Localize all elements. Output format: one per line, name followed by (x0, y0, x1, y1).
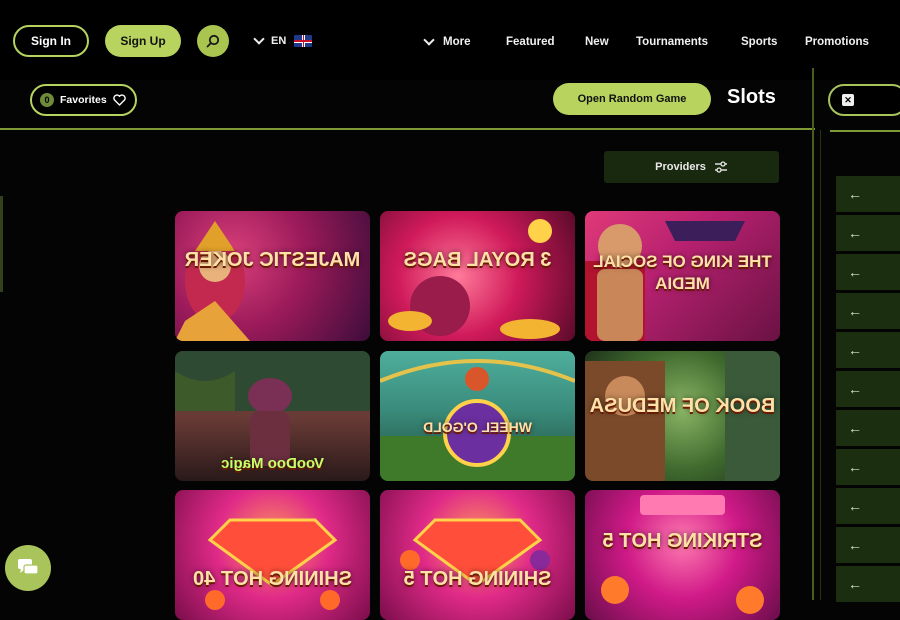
game-title: THE KING OF SOCIAL MEDIA (593, 252, 772, 293)
rail-item[interactable]: ← (836, 566, 900, 602)
arrow-left-icon: ← (848, 342, 862, 358)
rail-item[interactable]: ← (836, 410, 900, 446)
rail-item[interactable]: ← (836, 215, 900, 251)
arrow-left-icon: ← (848, 537, 862, 553)
rail-item[interactable]: ← (836, 527, 900, 563)
game-title: MAJESTIC JOKER (184, 249, 361, 271)
game-tile-shining-hot-5[interactable]: SHINING HOT 5 (380, 490, 575, 620)
rail-top-line (830, 130, 900, 132)
search-input[interactable]: ✕ (828, 84, 900, 116)
sign-in-label: Sign In (31, 34, 71, 48)
sign-in-button[interactable]: Sign In (13, 25, 89, 57)
favorites-button[interactable]: 0 Favorites (30, 84, 137, 116)
jester-art-icon (175, 221, 250, 341)
arrow-left-icon: ← (848, 225, 862, 241)
uk-flag-icon (294, 35, 313, 47)
nav-promotions[interactable]: Promotions (805, 34, 869, 50)
rail-item[interactable]: ← (836, 371, 900, 407)
nav-featured[interactable]: Featured (506, 34, 555, 50)
rail-item[interactable]: ← (836, 332, 900, 368)
game-tile-striking-hot-5[interactable]: STRIKING HOT 5 (585, 490, 780, 620)
chevron-down-icon (423, 34, 435, 46)
game-title: WHEEL O'GOLD (423, 419, 532, 435)
nav-tournaments-label: Tournaments (636, 36, 708, 48)
game-tile-king-of-social-media[interactable]: THE KING OF SOCIAL MEDIA (585, 211, 780, 341)
language-selector[interactable]: EN (253, 32, 313, 50)
chat-button[interactable] (5, 545, 51, 591)
nav-featured-label: Featured (506, 36, 555, 48)
game-tile-majestic-joker[interactable]: MAJESTIC JOKER (175, 211, 370, 341)
language-label: EN (271, 35, 287, 47)
rail-item[interactable]: ← (836, 254, 900, 290)
random-game-label: Open Random Game (577, 93, 687, 105)
left-rail-edge (0, 196, 3, 292)
search-button[interactable] (197, 25, 229, 57)
arrow-left-icon: ← (848, 264, 862, 280)
game-title: SHINING HOT 5 (403, 568, 552, 590)
nav-sports-label: Sports (741, 36, 778, 48)
game-title: VooDoo Magic (220, 455, 325, 472)
arrow-left-icon: ← (848, 459, 862, 475)
page-title: Slots (727, 86, 776, 108)
game-title: SHINING HOT 40 (193, 568, 352, 590)
game-tile-shining-hot-40[interactable]: SHINING HOT 40 (175, 490, 370, 620)
rail-item[interactable]: ← (836, 176, 900, 212)
arrow-left-icon: ← (848, 420, 862, 436)
arrow-left-icon: ← (848, 381, 862, 397)
wheel-art-icon (380, 359, 575, 481)
open-random-game-button[interactable]: Open Random Game (553, 83, 711, 115)
arrow-left-icon: ← (848, 576, 862, 592)
game-title: BOOK OF MEDUSA (589, 395, 776, 417)
search-icon (206, 34, 220, 48)
nav-more-label: More (443, 36, 471, 48)
arrow-left-icon: ← (848, 498, 862, 514)
seven-art-icon (601, 495, 764, 614)
nav-new-label: New (585, 36, 609, 48)
game-tile-voodoo-magic[interactable]: VooDoo Magic (175, 351, 370, 481)
favorites-label: Favorites (60, 94, 107, 106)
nav-sports[interactable]: Sports (741, 34, 777, 50)
rail-item[interactable]: ← (836, 293, 900, 329)
filter-icon (714, 161, 727, 173)
game-title: 3 ROYAL BAGS (403, 249, 552, 271)
game-tile-book-of-medusa[interactable]: BOOK OF MEDUSA (585, 351, 780, 481)
sign-up-button[interactable]: Sign Up (105, 25, 181, 57)
heart-icon (112, 94, 126, 106)
top-bar: Sign In Sign Up EN More Featured New Tou… (0, 0, 900, 80)
diamond-art-icon (205, 518, 340, 610)
arrow-left-icon: ← (848, 303, 862, 319)
favorites-count-badge: 0 (40, 93, 54, 107)
rail-divider-inner (820, 130, 821, 600)
providers-label: Providers (655, 161, 706, 173)
diamond-art-icon (400, 518, 550, 587)
coin-bag-art-icon (388, 219, 560, 339)
rail-item[interactable]: ← (836, 449, 900, 485)
game-tile-wheel-o-gold[interactable]: WHEEL O'GOLD (380, 351, 575, 481)
chat-icon (18, 559, 39, 575)
nav-tournaments[interactable]: Tournaments (636, 34, 708, 50)
chevron-down-icon (253, 33, 265, 45)
clear-icon[interactable]: ✕ (842, 94, 854, 106)
rail-item[interactable]: ← (836, 488, 900, 524)
arrow-left-icon: ← (848, 186, 862, 202)
nav-more[interactable]: More (423, 34, 471, 50)
providers-button[interactable]: Providers (604, 151, 779, 183)
nav-promotions-label: Promotions (805, 36, 869, 48)
game-title: STRIKING HOT 5 (602, 530, 763, 552)
nav-new[interactable]: New (585, 34, 609, 50)
game-tile-3-royal-bags[interactable]: 3 ROYAL BAGS (380, 211, 575, 341)
rail-divider (812, 68, 814, 600)
sign-up-label: Sign Up (120, 34, 166, 48)
